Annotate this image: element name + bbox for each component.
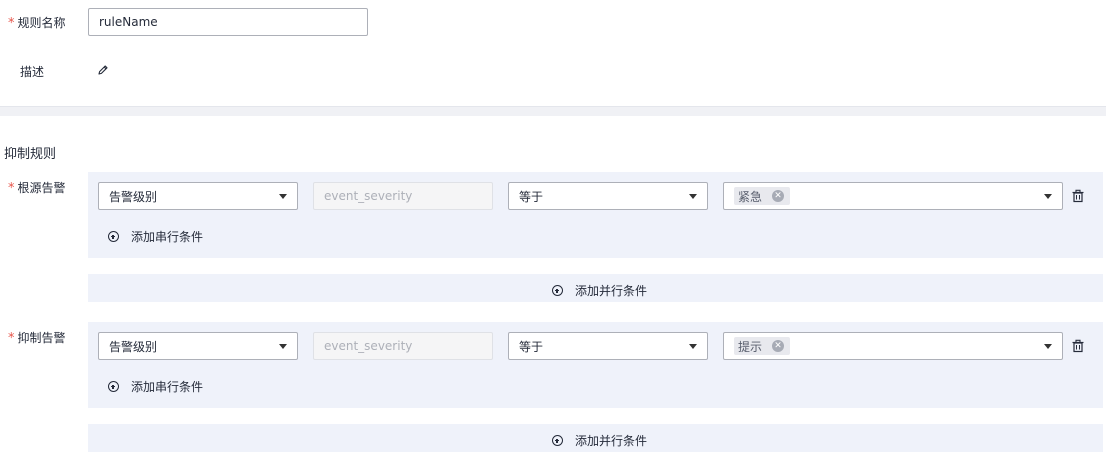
add-circle-icon <box>108 381 119 392</box>
value-multiselect[interactable]: 紧急 ✕ <box>723 182 1063 210</box>
operator-select[interactable]: 等于 <box>508 332 708 360</box>
description-label: 描述 <box>20 65 45 79</box>
chevron-down-icon <box>1044 343 1052 349</box>
chevron-down-icon <box>689 343 697 349</box>
rule-name-label: * 规则名称 <box>8 14 66 31</box>
add-parallel-label: 添加并行条件 <box>575 434 648 448</box>
value-tags: 提示 ✕ <box>734 337 1044 355</box>
value-tag: 提示 ✕ <box>734 337 791 355</box>
chevron-down-icon <box>689 193 697 199</box>
section-title: 抑制规则 <box>4 147 57 162</box>
add-parallel-condition-button[interactable]: 添加并行条件 <box>552 282 647 299</box>
rule-name-input[interactable] <box>88 8 368 36</box>
field-select-value: 告警级别 <box>109 339 158 354</box>
value-tag-text: 紧急 <box>738 189 763 204</box>
trash-icon[interactable] <box>1071 189 1085 203</box>
field-select-value: 告警级别 <box>109 189 158 204</box>
root-alarm-label: * 根源告警 <box>8 179 66 196</box>
value-tag-text: 提示 <box>738 339 763 354</box>
rule-name-label-text: 规则名称 <box>17 16 66 30</box>
add-serial-label: 添加串行条件 <box>131 230 204 244</box>
section-divider <box>0 106 1106 116</box>
suppress-alarm-label-text: 抑制告警 <box>17 331 66 345</box>
add-serial-label: 添加串行条件 <box>131 380 204 394</box>
add-parallel-label: 添加并行条件 <box>575 284 648 298</box>
add-circle-icon <box>552 285 563 296</box>
chevron-down-icon <box>1044 193 1052 199</box>
value-multiselect[interactable]: 提示 ✕ <box>723 332 1063 360</box>
operator-select-value: 等于 <box>519 189 544 204</box>
trash-icon[interactable] <box>1071 339 1085 353</box>
chevron-down-icon <box>279 193 287 199</box>
chevron-down-icon <box>279 343 287 349</box>
add-serial-condition-button[interactable]: 添加串行条件 <box>108 228 203 245</box>
close-icon[interactable]: ✕ <box>772 340 785 352</box>
required-mark: * <box>8 16 15 31</box>
value-tags: 紧急 ✕ <box>734 187 1044 205</box>
field-key-input: event_severity <box>313 182 493 210</box>
required-mark: * <box>8 331 15 346</box>
required-mark: * <box>8 181 15 196</box>
add-circle-icon <box>552 435 563 446</box>
suppress-alarm-label: * 抑制告警 <box>8 329 66 346</box>
operator-select-value: 等于 <box>519 339 544 354</box>
value-tag: 紧急 ✕ <box>734 187 791 205</box>
pencil-icon[interactable] <box>97 64 109 76</box>
root-alarm-label-text: 根源告警 <box>17 181 66 195</box>
add-parallel-condition-button[interactable]: 添加并行条件 <box>552 432 647 449</box>
operator-select[interactable]: 等于 <box>508 182 708 210</box>
add-circle-icon <box>108 231 119 242</box>
field-key-input: event_severity <box>313 332 493 360</box>
add-serial-condition-button[interactable]: 添加串行条件 <box>108 378 203 395</box>
field-select[interactable]: 告警级别 <box>98 332 298 360</box>
close-icon[interactable]: ✕ <box>772 190 785 202</box>
field-select[interactable]: 告警级别 <box>98 182 298 210</box>
